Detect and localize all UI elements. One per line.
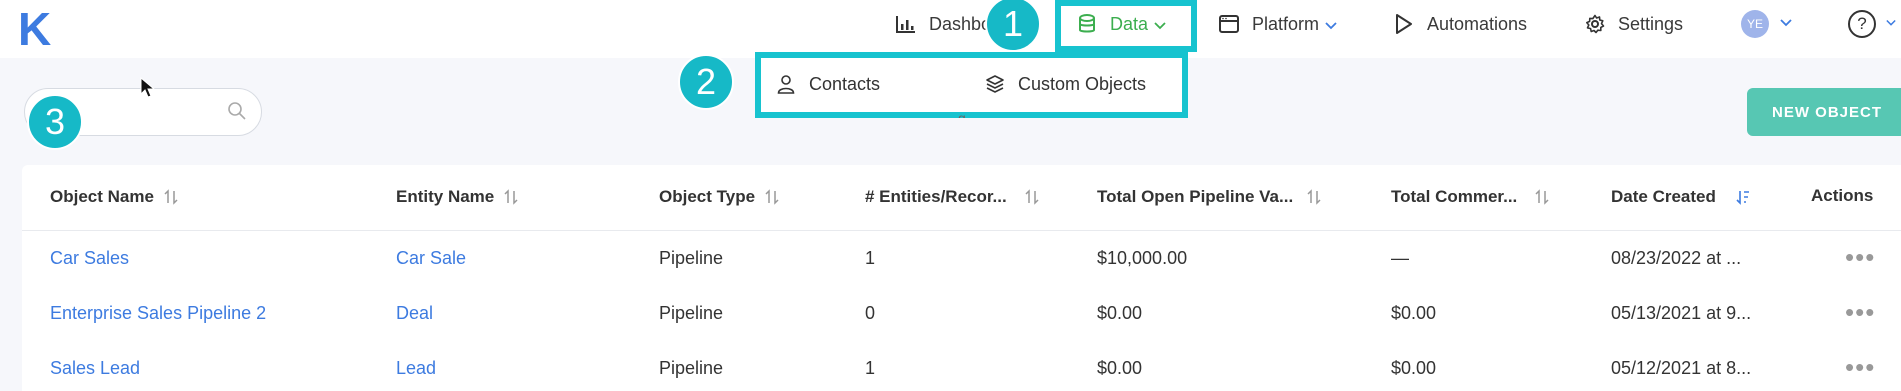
bar-chart-icon <box>895 13 917 35</box>
column-header-label: Total Commer... <box>1391 187 1518 206</box>
date-created-cell: 08/23/2022 at ... <box>1611 248 1742 268</box>
object-name-link[interactable]: Car Sales <box>50 248 129 269</box>
sort-active-icon[interactable] <box>1736 189 1750 205</box>
sort-icon[interactable] <box>1307 189 1321 205</box>
more-actions-icon[interactable]: ••• <box>1845 242 1875 273</box>
table-header: Object Name Entity Name Object Type # En… <box>22 165 1901 231</box>
column-header-actions: Actions <box>1811 186 1874 205</box>
sort-icon[interactable] <box>765 189 779 205</box>
entities-cell: 1 <box>865 248 876 268</box>
commercial-cell: — <box>1391 248 1409 268</box>
nav-platform-label: Platform <box>1252 13 1320 34</box>
table-row[interactable]: Sales Lead Lead Pipeline 1 $0.00 $0.00 0… <box>22 342 1901 391</box>
pipeline-value-cell: $0.00 <box>1097 303 1143 323</box>
app-logo[interactable]: K <box>18 2 51 56</box>
search-icon <box>227 101 247 126</box>
chevron-down-icon[interactable] <box>1780 14 1792 32</box>
table-row[interactable]: Enterprise Sales Pipeline 2 Deal Pipelin… <box>22 287 1901 342</box>
table-row[interactable]: Car Sales Car Sale Pipeline 1 $10,000.00… <box>22 232 1901 287</box>
browser-window-icon <box>1218 13 1240 35</box>
column-header-label: Entity Name <box>396 187 495 206</box>
entity-name-link[interactable]: Lead <box>396 358 436 379</box>
annotation-badge-2: 2 <box>678 54 734 110</box>
column-header-entity-name[interactable]: Entity Name <box>396 187 518 207</box>
column-header-label: # Entities/Recor... <box>865 187 1007 206</box>
more-actions-icon[interactable]: ••• <box>1845 352 1875 383</box>
nav-automations[interactable]: Automations <box>1393 0 1527 48</box>
column-header-object-type[interactable]: Object Type <box>659 187 779 207</box>
commercial-cell: $0.00 <box>1391 358 1437 378</box>
play-icon <box>1393 13 1415 35</box>
highlight-box-data <box>1055 0 1197 52</box>
new-object-button[interactable]: NEW OBJECT <box>1747 88 1901 136</box>
commercial-cell: $0.00 <box>1391 303 1437 323</box>
top-navigation-bar: K Dashbo Data Platform Automations Setti… <box>0 0 1901 58</box>
entities-cell: 0 <box>865 303 876 323</box>
more-actions-icon[interactable]: ••• <box>1845 297 1875 328</box>
column-header-label: Object Type <box>659 187 756 206</box>
chevron-down-icon <box>1325 14 1337 35</box>
nav-settings[interactable]: Settings <box>1584 0 1683 48</box>
nav-platform[interactable]: Platform <box>1218 0 1337 48</box>
object-name-link[interactable]: Sales Lead <box>50 358 140 379</box>
sort-icon[interactable] <box>504 189 518 205</box>
object-name-link[interactable]: Enterprise Sales Pipeline 2 <box>50 303 266 324</box>
dropdown-item-contacts[interactable]: Contacts <box>775 70 880 98</box>
nav-dashboard[interactable]: Dashbo <box>895 0 991 48</box>
nav-dashboard-label: Dashbo <box>929 13 992 34</box>
nav-settings-label: Settings <box>1618 13 1684 34</box>
layers-icon <box>984 73 1006 95</box>
column-header-commercial[interactable]: Total Commer... <box>1391 187 1549 207</box>
entity-name-link[interactable]: Car Sale <box>396 248 466 269</box>
object-type-cell: Pipeline <box>659 248 724 268</box>
column-header-date-created[interactable]: Date Created <box>1611 187 1750 207</box>
column-header-label: Total Open Pipeline Va... <box>1097 187 1294 206</box>
user-avatar[interactable]: YE <box>1741 10 1769 38</box>
sort-icon[interactable] <box>164 189 178 205</box>
subtitle-fragment: g <box>958 110 966 118</box>
entity-name-link[interactable]: Deal <box>396 303 433 324</box>
pipeline-value-cell: $10,000.00 <box>1097 248 1188 268</box>
object-type-cell: Pipeline <box>659 358 724 378</box>
person-icon <box>775 73 797 95</box>
mouse-cursor-icon <box>140 76 156 104</box>
dropdown-item-contacts-label: Contacts <box>809 73 881 94</box>
sort-icon[interactable] <box>1535 189 1549 205</box>
nav-automations-label: Automations <box>1427 13 1528 34</box>
chevron-down-icon[interactable] <box>1886 14 1896 32</box>
column-header-entities[interactable]: # Entities/Recor... <box>865 187 1039 207</box>
entities-cell: 1 <box>865 358 876 378</box>
date-created-cell: 05/12/2021 at 8... <box>1611 358 1752 378</box>
sort-icon[interactable] <box>1025 189 1039 205</box>
annotation-badge-3: 3 <box>27 94 83 150</box>
pipeline-value-cell: $0.00 <box>1097 358 1143 378</box>
column-header-object-name[interactable]: Object Name <box>50 187 178 207</box>
dropdown-item-custom-objects[interactable]: Custom Objects <box>984 70 1146 98</box>
date-created-cell: 05/13/2021 at 9... <box>1611 303 1752 323</box>
help-icon[interactable]: ? <box>1848 10 1876 38</box>
column-header-pipeline-value[interactable]: Total Open Pipeline Va... <box>1097 187 1321 207</box>
gear-icon <box>1584 13 1606 35</box>
dropdown-item-custom-objects-label: Custom Objects <box>1018 73 1147 94</box>
column-header-label: Object Name <box>50 187 154 206</box>
column-header-label: Date Created <box>1611 187 1716 206</box>
object-type-cell: Pipeline <box>659 303 724 323</box>
objects-table: Object Name Entity Name Object Type # En… <box>22 165 1901 391</box>
